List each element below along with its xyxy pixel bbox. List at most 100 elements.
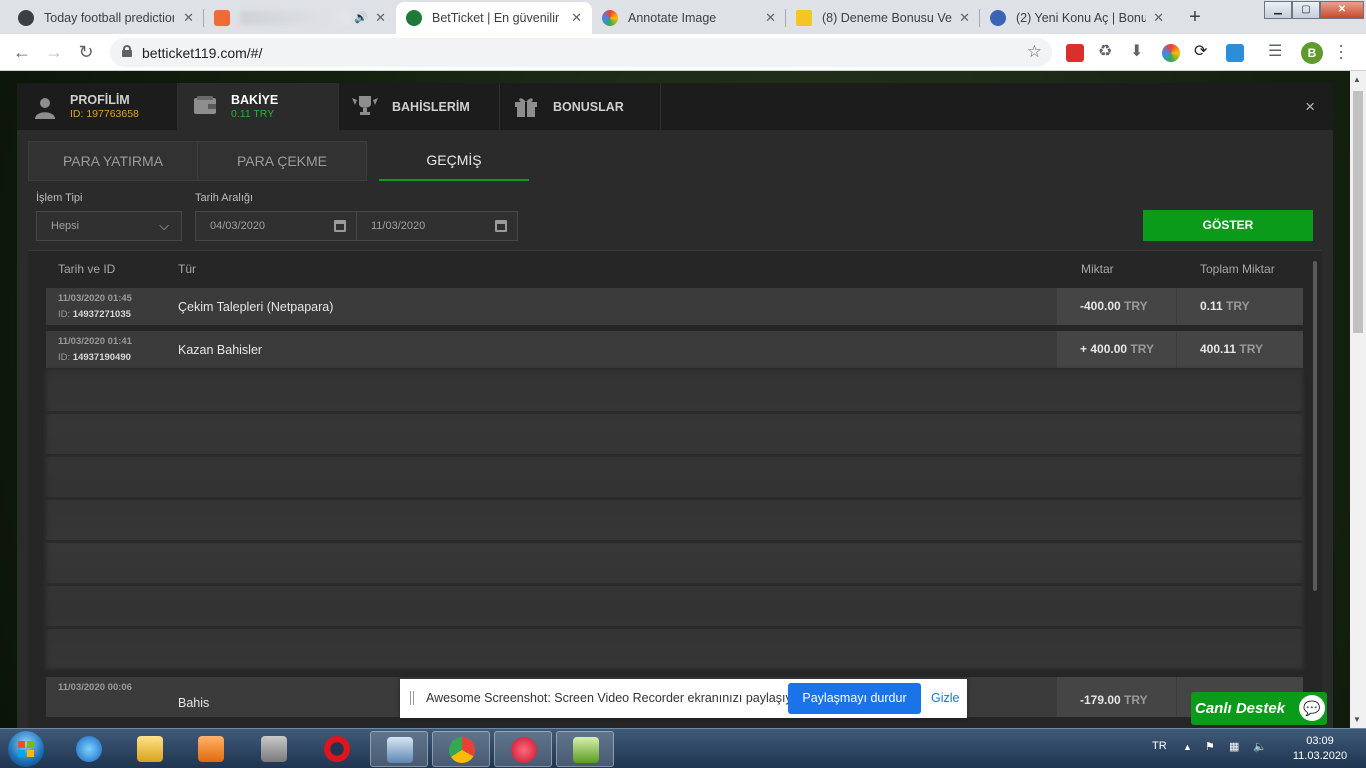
row-date: 11/03/2020 01:45: [58, 293, 132, 304]
download-extension-icon[interactable]: ⬇: [1130, 41, 1148, 60]
tab-bonuses[interactable]: BONUSLAR: [500, 83, 661, 130]
tab-label: Annotate Image: [628, 11, 717, 25]
profile-avatar[interactable]: B: [1301, 42, 1323, 64]
page-scroll-thumb[interactable]: [1353, 91, 1363, 333]
live-support-button[interactable]: Canlı Destek 💬: [1191, 692, 1327, 725]
row-id: ID: 14937190490: [58, 352, 131, 363]
row-type: Bahis: [178, 696, 210, 710]
tab-label: (2) Yeni Konu Aç | Bonus: [1016, 11, 1146, 25]
show-hidden-icons-icon[interactable]: ▲: [1183, 742, 1192, 752]
editor-icon: [573, 737, 599, 763]
browser-tab-annotate[interactable]: Annotate Image ✕: [592, 2, 786, 34]
windows-taskbar: TR ▲ ⚑ ▦ 🔈 03:09 11.03.2020: [0, 728, 1366, 768]
chevron-down-icon: ⌵: [159, 218, 169, 233]
history-scrollbar[interactable]: [1313, 261, 1317, 591]
browser-tab-strip: Today football predictions ✕ 🔊 ✕ BetTick…: [0, 0, 1366, 34]
sync-extension-icon[interactable]: ⟳: [1194, 41, 1212, 60]
window-close-button[interactable]: ✕: [1320, 1, 1364, 19]
back-arrow-icon[interactable]: ←: [11, 42, 33, 63]
screen-share-bar: Awesome Screenshot: Screen Video Recorde…: [400, 679, 967, 718]
chrome-icon: [449, 737, 475, 763]
address-bar[interactable]: betticket119.com/#/ ☆: [110, 38, 1052, 67]
show-button[interactable]: GÖSTER: [1143, 210, 1313, 241]
taskbar-internet-explorer[interactable]: [60, 731, 118, 767]
close-icon[interactable]: ✕: [571, 10, 582, 26]
start-button[interactable]: [8, 731, 44, 767]
reading-list-icon[interactable]: ☰: [1268, 41, 1286, 60]
tab-balance[interactable]: BAKİYE 0.11 TRY: [178, 83, 339, 130]
subtab-history[interactable]: GEÇMİŞ: [379, 141, 529, 181]
drag-handle-icon[interactable]: [410, 691, 414, 705]
tab-profile[interactable]: PROFİLİM ID: 197763658: [17, 83, 178, 130]
taskbar-chrome[interactable]: [432, 731, 490, 767]
tab-my-bets-title: BAHİSLERİM: [392, 100, 470, 114]
taskbar-file-explorer[interactable]: [121, 731, 179, 767]
tab-label: Today football predictions: [44, 11, 174, 25]
awesome-screenshot-extension-icon[interactable]: [1162, 44, 1180, 62]
maximize-button[interactable]: ▢: [1292, 1, 1320, 19]
taskbar-app-red[interactable]: [494, 731, 552, 767]
tab-label: (8) Deneme Bonusu Vere: [822, 11, 952, 25]
recycle-extension-icon[interactable]: ♻: [1098, 41, 1116, 60]
modal-close-icon[interactable]: ×: [1305, 97, 1315, 117]
awesome-screenshot-icon: [602, 10, 618, 26]
calendar-icon[interactable]: [495, 220, 507, 232]
hide-link[interactable]: Gizle: [931, 691, 959, 705]
tab-profile-title: PROFİLİM: [70, 93, 130, 107]
forum-icon: [990, 10, 1006, 26]
browser-tab-betticket[interactable]: BetTicket | En güvenilir C ✕: [396, 2, 592, 34]
monitor-icon: [387, 737, 413, 763]
window-extension-icon[interactable]: [1226, 44, 1244, 62]
screen-recorder-extension-icon[interactable]: [1066, 44, 1084, 62]
date-from-input[interactable]: 04/03/2020: [195, 211, 357, 241]
close-icon[interactable]: ✕: [1153, 10, 1164, 26]
taskbar-opera[interactable]: [308, 731, 366, 767]
taskbar-tools[interactable]: [245, 731, 303, 767]
browser-tab-yeni-konu[interactable]: (2) Yeni Konu Aç | Bonus ✕: [980, 2, 1174, 34]
table-row[interactable]: 11/03/2020 01:45 ID: 14937271035 Çekim T…: [46, 288, 1303, 325]
transaction-type-select[interactable]: Hepsi ⌵: [36, 211, 182, 241]
scroll-down-icon[interactable]: ▼: [1353, 715, 1361, 724]
chrome-menu-icon[interactable]: · · ·: [1336, 36, 1346, 66]
reload-icon[interactable]: ↻: [75, 42, 97, 63]
minimize-button[interactable]: ▁: [1264, 1, 1292, 19]
stop-sharing-button[interactable]: Paylaşmayı durdur: [788, 683, 921, 714]
action-center-icon[interactable]: ⚑: [1205, 740, 1215, 753]
table-row[interactable]: 11/03/2020 01:41 ID: 14937190490 Kazan B…: [46, 331, 1303, 368]
subtab-withdraw[interactable]: PARA ÇEKME: [197, 141, 367, 181]
browser-tab-blogger[interactable]: 🔊 ✕: [204, 2, 396, 34]
close-icon[interactable]: ✕: [183, 10, 194, 26]
opera-icon: [324, 736, 350, 762]
bookmark-star-icon[interactable]: ☆: [1027, 42, 1042, 62]
new-tab-button[interactable]: +: [1182, 5, 1208, 31]
browser-toolbar: ← → ↻ betticket119.com/#/ ☆ ♻ ⬇ ⟳ ☰ B · ·…: [0, 34, 1366, 71]
browser-tab-football[interactable]: Today football predictions ✕: [8, 2, 204, 34]
subtab-deposit[interactable]: PARA YATIRMA: [28, 141, 198, 181]
speaker-icon[interactable]: 🔊: [354, 11, 368, 24]
scroll-up-icon[interactable]: ▲: [1353, 75, 1361, 84]
browser-tab-deneme-bonusu[interactable]: (8) Deneme Bonusu Vere ✕: [786, 2, 980, 34]
taskbar-media-player[interactable]: [182, 731, 240, 767]
network-icon[interactable]: ▦: [1229, 740, 1239, 753]
row-amount: -179.00 TRY: [1057, 677, 1176, 717]
chat-bubble-icon: 💬: [1299, 695, 1325, 721]
taskbar-clock[interactable]: 03:09 11.03.2020: [1290, 734, 1350, 764]
calendar-icon[interactable]: [334, 220, 346, 232]
lock-icon: [122, 45, 132, 57]
volume-icon[interactable]: 🔈: [1253, 740, 1267, 753]
taskbar-remote-desktop[interactable]: [370, 731, 428, 767]
close-icon[interactable]: ✕: [375, 10, 386, 26]
page-scrollbar[interactable]: ▲ ▼: [1350, 71, 1366, 728]
clock-time: 03:09: [1306, 735, 1334, 747]
close-icon[interactable]: ✕: [765, 10, 776, 26]
taskbar-editor[interactable]: [556, 731, 614, 767]
blogger-icon: [214, 10, 230, 26]
column-header-amount: Miktar: [1081, 262, 1114, 276]
tab-label: [240, 11, 350, 25]
language-indicator[interactable]: TR: [1152, 740, 1167, 752]
close-icon[interactable]: ✕: [959, 10, 970, 26]
tab-my-bets[interactable]: BAHİSLERİM: [339, 83, 500, 130]
forward-arrow-icon[interactable]: →: [43, 42, 65, 63]
date-to-input[interactable]: 11/03/2020: [356, 211, 518, 241]
internet-explorer-icon: [76, 736, 102, 762]
